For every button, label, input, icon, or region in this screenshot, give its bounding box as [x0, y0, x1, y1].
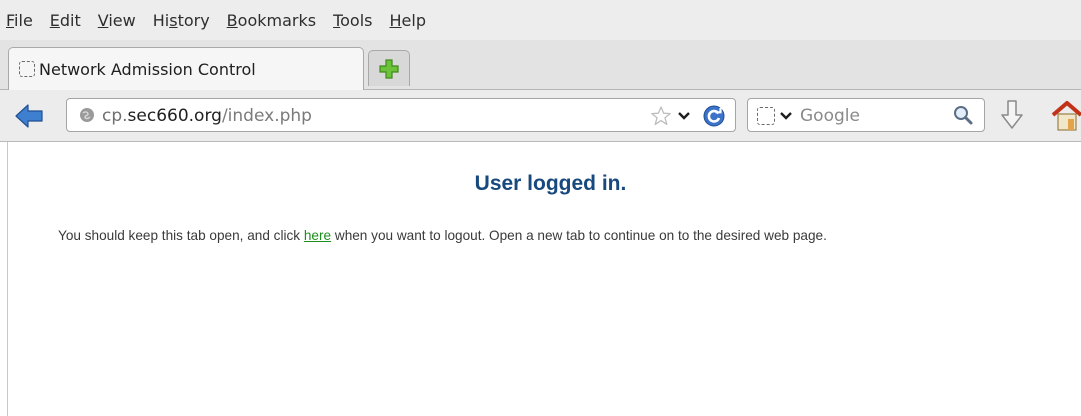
page-icon [19, 61, 35, 77]
plus-icon [379, 58, 399, 79]
menu-tools[interactable]: Tools [333, 11, 372, 30]
reload-icon[interactable] [702, 104, 726, 128]
logout-link[interactable]: here [304, 228, 331, 243]
globe-icon [80, 108, 94, 122]
star-icon[interactable] [650, 105, 672, 127]
menu-file[interactable]: File [6, 11, 33, 30]
tab-network-admission-control[interactable]: Network Admission Control [8, 47, 364, 90]
url-text[interactable]: cp.sec660.org/index.php [102, 106, 312, 126]
download-arrow-icon[interactable] [1000, 98, 1024, 132]
logout-message: You should keep this tab open, and click… [58, 228, 827, 243]
back-arrow-icon[interactable] [14, 103, 44, 129]
url-bar[interactable]: cp.sec660.org/index.php [66, 98, 736, 132]
tab-title: Network Admission Control [39, 59, 256, 79]
chevron-down-icon[interactable] [779, 109, 793, 123]
menu-edit[interactable]: Edit [50, 11, 81, 30]
menu-help[interactable]: Help [390, 11, 426, 30]
search-input[interactable]: Google [800, 106, 860, 126]
menu-bar: File Edit View History Bookmarks Tools H… [0, 0, 1081, 40]
home-icon[interactable] [1050, 98, 1081, 132]
search-bar[interactable]: Google [747, 98, 985, 132]
menu-history[interactable]: History [153, 11, 210, 30]
page-content: User logged in. You should keep this tab… [0, 142, 1081, 416]
page-heading: User logged in. [474, 172, 627, 195]
magnifier-icon[interactable] [952, 104, 974, 126]
new-tab-button[interactable] [368, 50, 410, 86]
menu-view[interactable]: View [98, 11, 136, 30]
tab-strip: Network Admission Control [0, 40, 1081, 90]
navigation-bar: cp.sec660.org/index.php Google [0, 90, 1081, 142]
menu-bookmarks[interactable]: Bookmarks [227, 11, 316, 30]
chevron-down-icon[interactable] [677, 107, 691, 123]
search-engine-icon[interactable] [757, 107, 775, 125]
